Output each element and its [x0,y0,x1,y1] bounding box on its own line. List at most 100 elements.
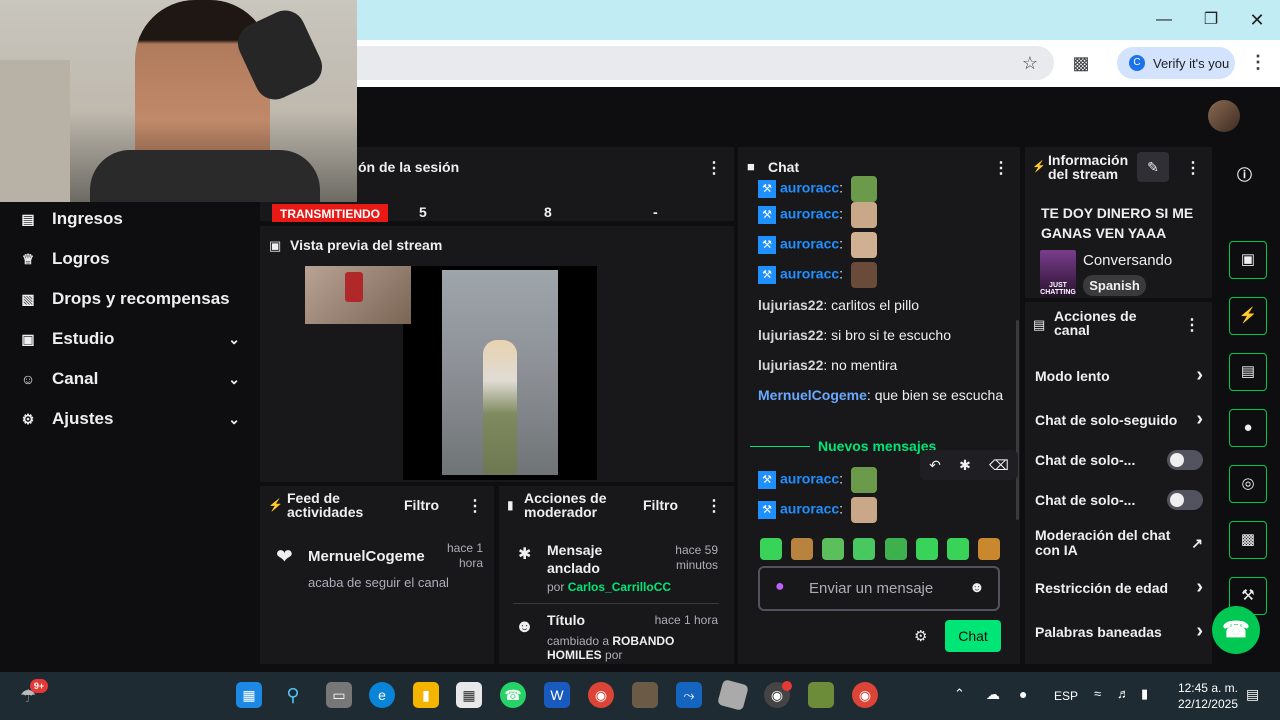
moderator-name[interactable]: Carlos_CarrilloCC [568,580,671,594]
pin-icon[interactable]: ✱ [959,457,971,474]
channel-action-item[interactable]: Chat de solo-seguido › [1035,408,1203,431]
microphone-icon[interactable]: ● [1019,686,1027,702]
chevron-down-icon[interactable]: ⌄ [228,411,240,428]
clock-date[interactable]: 22/12/2025 [1170,697,1238,711]
chat-username[interactable]: auroracc [780,471,839,487]
chrome-icon[interactable]: ◉ [588,682,614,708]
chat-message[interactable]: ⚒ auroracc: [758,232,1008,258]
channel-action-item[interactable]: Palabras baneadas › [1035,620,1203,643]
messenger-icon[interactable]: ⤳ [676,682,702,708]
chat-username[interactable]: auroracc [780,266,839,282]
volume-icon[interactable]: ♬ [1117,686,1130,701]
follower-name[interactable]: MernuelCogeme [308,548,425,565]
chat-message[interactable]: lujurias22: no mentira [758,355,1008,375]
extensions-icon[interactable]: ▩ [1071,53,1091,74]
emote-icon[interactable] [884,538,907,560]
channel-action-item[interactable]: Chat de solo-... [1035,490,1203,510]
microphone-icon[interactable]: ● [775,578,785,596]
emote-icon[interactable] [760,538,782,560]
chevron-up-icon[interactable]: ⌃ [954,686,965,702]
mod-filter-button[interactable]: Filtro [643,497,678,513]
sidebar-item-drops[interactable]: ▧ Drops y recompensas [20,284,240,314]
toggle-switch[interactable] [1167,490,1203,510]
user-avatar[interactable] [1208,100,1240,132]
emote-icon[interactable] [977,538,1000,560]
chat-username[interactable]: lujurias22 [758,357,823,373]
wifi-icon[interactable]: ≈ [1094,686,1101,701]
sidebar-item-ajustes[interactable]: ⚙ Ajustes ⌄ [20,404,240,434]
verify-button[interactable]: C Verify it's you [1117,47,1235,79]
session-menu-icon[interactable]: ⋮ [706,158,722,178]
emote-icon[interactable] [791,538,814,560]
chat-message[interactable]: ⚒ auroracc: [758,202,1008,228]
chat-message[interactable]: lujurias22: si bro si te escucho [758,325,1008,345]
chat-username[interactable]: lujurias22 [758,327,823,343]
channel-action-item[interactable]: Chat de solo-... [1035,450,1203,470]
sidebar-item-ingresos[interactable]: ▤ Ingresos [20,204,240,234]
cloud-icon[interactable]: ☁ [986,686,1000,703]
chat-username[interactable]: auroracc [780,206,839,222]
toggle-switch[interactable] [1167,450,1203,470]
mod-menu-icon[interactable]: ⋮ [706,496,722,516]
maximize-icon[interactable]: ❐ [1196,8,1226,32]
minecraft-icon[interactable] [808,682,834,708]
app-icon[interactable] [632,682,658,708]
sidebar-item-logros[interactable]: ♕ Logros [20,244,240,274]
chat-menu-icon[interactable]: ⋮ [993,158,1009,178]
activity-menu-icon[interactable]: ⋮ [467,496,483,516]
channel-action-item[interactable]: Moderación del chat con IA ↗ [1035,528,1203,558]
edge-icon[interactable]: e [369,682,395,708]
support-headset-icon[interactable]: ☎ [1212,606,1260,654]
language-indicator[interactable]: ESP [1054,689,1078,703]
chevron-down-icon[interactable]: ⌄ [228,371,240,388]
whatsapp-icon[interactable]: ☎ [500,682,526,708]
chat-message[interactable]: ⚒ auroracc: [758,176,1008,202]
start-icon[interactable]: ▦ [236,682,262,708]
chat-username[interactable]: lujurias22 [758,297,823,313]
chat-username[interactable]: auroracc [780,236,839,252]
battery-icon[interactable]: ▮ [1141,686,1148,702]
send-chat-button[interactable]: Chat [945,620,1001,652]
chat-message[interactable]: ⚒ auroracc: [758,497,1008,523]
activity-filter-button[interactable]: Filtro [404,497,439,513]
address-bar[interactable] [300,46,1054,80]
chevron-down-icon[interactable]: ⌄ [228,331,240,348]
camera-icon[interactable]: ▣ [1229,241,1267,279]
gear-icon[interactable]: ⚙ [914,627,927,645]
notes-icon[interactable]: ▤ [1229,353,1267,391]
notifications-icon[interactable]: ▤ [1246,686,1259,703]
emote-icon[interactable] [915,538,938,560]
close-icon[interactable]: ✕ [1242,8,1272,32]
channel-actions-menu-icon[interactable]: ⋮ [1184,315,1200,335]
category-name[interactable]: Conversando [1083,252,1172,269]
chat-username[interactable]: auroracc [780,180,839,196]
info-icon[interactable]: ⓘ [1237,164,1252,185]
minimize-icon[interactable]: — [1149,8,1179,32]
chat-message[interactable]: lujurias22: carlitos el pillo [758,295,1008,315]
chat-message[interactable]: MernuelCogeme: que bien se escucha [758,385,1008,405]
channel-action-item[interactable]: Modo lento › [1035,364,1203,387]
chat-username[interactable]: auroracc [780,501,839,517]
stream-info-menu-icon[interactable]: ⋮ [1185,158,1201,178]
emoji-icon[interactable]: ☻ [969,579,985,596]
word-icon[interactable]: W [544,682,570,708]
clock-time[interactable]: 12:45 a. m. [1170,681,1238,695]
chat-username[interactable]: MernuelCogeme [758,387,867,403]
broadcast-icon[interactable]: ◎ [1229,465,1267,503]
chat-bubble-icon[interactable]: ● [1229,409,1267,447]
chat-message[interactable]: ⚒ auroracc: [758,262,1008,288]
channel-action-item[interactable]: Restricción de edad › [1035,576,1203,599]
undo-icon[interactable]: ↶ [929,457,941,474]
lightning-icon[interactable]: ⚡ [1229,297,1267,335]
search-icon[interactable]: ⚲ [280,682,306,708]
channel-icon[interactable]: ▩ [1229,521,1267,559]
emote-icon[interactable] [822,538,845,560]
language-tag[interactable]: Spanish [1083,275,1146,296]
browser-menu-icon[interactable]: ⋮ [1249,52,1267,73]
chrome-icon[interactable]: ◉ [852,682,878,708]
emote-icon[interactable] [946,538,969,560]
chat-scrollbar[interactable] [1016,320,1019,520]
emote-icon[interactable] [853,538,876,560]
task-view-icon[interactable]: ▭ [326,682,352,708]
edit-icon[interactable]: ✎ [1137,152,1169,182]
